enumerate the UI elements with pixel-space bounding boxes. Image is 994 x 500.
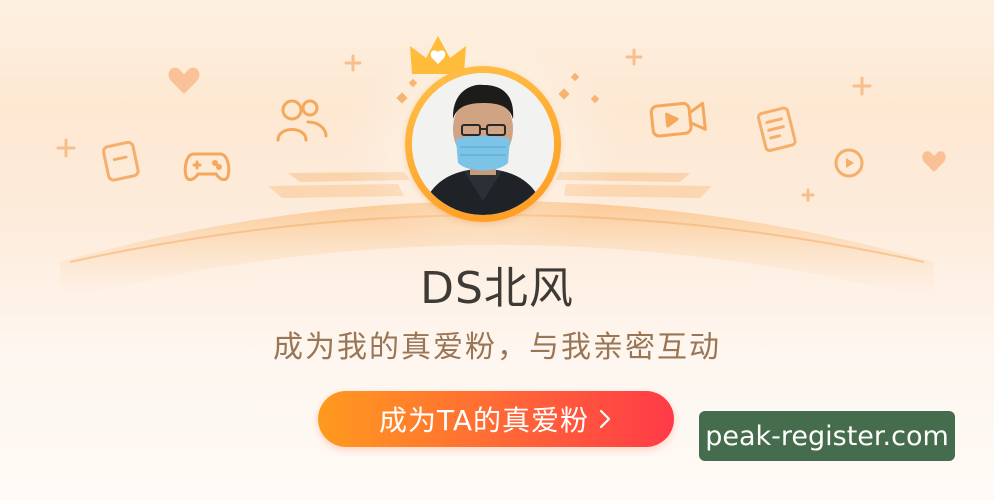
profile-tagline: 成为我的真爱粉，与我亲密互动 — [273, 330, 721, 365]
profile-name: DS北风 — [420, 263, 574, 314]
heart-icon — [922, 151, 946, 172]
tablet-icon — [102, 140, 140, 182]
watermark-label: peak-register.com — [699, 411, 955, 461]
play-circle-icon — [834, 148, 864, 178]
avatar-ring — [405, 66, 561, 222]
gamepad-icon — [183, 152, 231, 182]
avatar[interactable] — [412, 73, 554, 215]
people-icon — [276, 99, 328, 142]
chevron-right-icon — [597, 408, 613, 430]
heart-icon — [168, 67, 200, 94]
notebook-icon — [756, 106, 797, 152]
become-fan-button[interactable]: 成为TA的真爱粉 — [318, 391, 674, 447]
cta-label: 成为TA的真爱粉 — [378, 404, 590, 437]
video-camera-icon — [649, 101, 707, 138]
